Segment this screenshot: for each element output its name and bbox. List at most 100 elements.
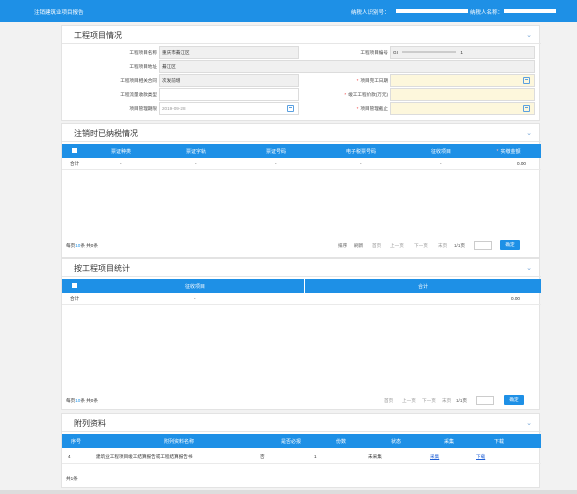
project-no-mask (402, 51, 457, 53)
stats-pager: 每页10条 共0条 首页 上一页 下一页 末页 1/1页 确定 (62, 393, 541, 409)
calendar-icon[interactable] (523, 77, 530, 84)
stats-panel: 按工程项目统计 ⌄ 征收项目 合计 合计 - 0.00 每页10条 共0条 首页… (61, 258, 541, 410)
col-count: 份数 (335, 439, 346, 445)
refresh-button[interactable]: 刷新 (354, 243, 363, 249)
total-amount: 0.00 (511, 296, 520, 301)
project-no-field: GI 1 (390, 46, 535, 59)
total-label: 合计 (70, 296, 80, 301)
row-count: 1 (314, 454, 317, 459)
row-contract: 工程项目相关合同 次发前增 * 项目完工日期 (62, 74, 541, 87)
project-addr-label: 工程项目地址 (129, 64, 157, 69)
page-indicator: 1/1页 (456, 398, 467, 403)
page-jump-input[interactable] (476, 396, 494, 405)
go-button[interactable]: 确定 (500, 240, 520, 250)
taxpayer-name-mask (504, 9, 556, 13)
col-required: 是否必报 (280, 439, 301, 445)
chevron-down-icon[interactable]: ⌄ (526, 264, 532, 272)
last-page-button[interactable]: 末页 (442, 398, 451, 404)
attachments-count: 共1条 (66, 476, 78, 481)
project-addr-field: 綦江区 (159, 60, 535, 73)
cell: - (194, 296, 196, 301)
pager-info: 每页10条 共0条 (66, 398, 98, 403)
billing-type-input[interactable] (159, 88, 299, 101)
page-indicator: 1/1页 (454, 243, 465, 248)
collect-link[interactable]: 采集 (430, 454, 439, 460)
row-status: 未采集 (368, 454, 382, 459)
tax-paid-pager: 每页10条 共0条 排序 刷新 首页 上一页 下一页 末页 1/1页 确定 (62, 238, 541, 254)
cell: - (195, 161, 197, 166)
total-amount: 0.00 (517, 161, 526, 166)
row-project-name: 工程项目名称 重庆市綦江区 工程项目编号 GI 1 (62, 46, 541, 59)
table-row: 合计 - - - - - 0.00 (62, 158, 541, 170)
row-index: 4 (68, 454, 71, 459)
project-info-header[interactable]: 工程项目情况 ⌄ (62, 26, 541, 44)
project-name-field: 重庆市綦江区 (159, 46, 299, 59)
billing-type-label: 工程流量收款类型 (120, 92, 157, 97)
sort-button[interactable]: 排序 (338, 243, 347, 249)
col-ticket-track: 票证字轨 (185, 149, 206, 155)
col-ticket-no: 票证号码 (265, 149, 286, 155)
stats-header[interactable]: 按工程项目统计 ⌄ (62, 259, 541, 277)
project-no-tail: 1 (460, 50, 463, 55)
page-title: 注销建筑业项目报告 (34, 10, 84, 16)
col-ticket-type: 票证种类 (110, 149, 131, 155)
attachments-header[interactable]: 附列资料 ⌄ (62, 414, 541, 432)
tax-paid-title: 注销时已纳税情况 (74, 129, 138, 138)
last-page-button[interactable]: 末页 (438, 243, 447, 249)
calendar-icon[interactable] (287, 105, 294, 112)
start-date-label: 项目管理期限 (129, 106, 157, 111)
chevron-down-icon[interactable]: ⌄ (526, 129, 532, 137)
start-date-input[interactable]: 2019-09-28 (159, 102, 299, 115)
col-index: 序号 (70, 439, 81, 445)
attachments-panel: 附列资料 ⌄ 序号 附列资料名称 是否必报 份数 状态 采集 下载 4 建筑业工… (61, 413, 541, 488)
col-status: 状态 (390, 439, 401, 445)
cell: - (120, 161, 122, 166)
cell: - (275, 161, 277, 166)
stats-title: 按工程项目统计 (74, 264, 130, 273)
row-required: 否 (260, 454, 265, 459)
finish-date-label: * 项目完工日期 (356, 78, 388, 83)
bottom-scrollbar[interactable] (0, 490, 577, 494)
total-amount-input[interactable] (390, 88, 535, 101)
row-project-addr: 工程项目地址 綦江区 (62, 60, 541, 73)
project-info-title: 工程项目情况 (74, 31, 122, 40)
tax-paid-panel: 注销时已纳税情况 ⌄ 票证种类 票证字轨 票证号码 电子税票号码 征收项目 * 实… (61, 123, 541, 258)
tax-paid-table-header: 票证种类 票证字轨 票证号码 电子税票号码 征收项目 * 实缴金额 (62, 144, 541, 158)
taxpayer-name-label: 纳税人名称： (470, 10, 504, 16)
row-start-date: 项目管理期限 2019-09-28 * 项目管理截止 (62, 102, 541, 115)
chevron-down-icon[interactable]: ⌄ (526, 419, 532, 427)
calendar-icon[interactable] (523, 105, 530, 112)
tax-id-label: 纳税人识别号： (351, 10, 390, 16)
select-all-checkbox[interactable] (72, 283, 77, 288)
col-levy-item: 征收项目 (184, 284, 205, 290)
project-name-label: 工程项目名称 (129, 50, 157, 55)
first-page-button[interactable]: 首页 (384, 398, 393, 404)
stop-date-label: * 项目管理截止 (356, 106, 388, 111)
col-download: 下载 (493, 439, 504, 445)
project-no-label: 工程项目编号 (360, 50, 388, 55)
next-page-button[interactable]: 下一页 (414, 243, 428, 249)
project-no-value: GI (393, 50, 398, 55)
contract-label: 工程项目相关合同 (120, 78, 157, 83)
download-link[interactable]: 下载 (476, 454, 485, 460)
table-row: 合计 - 0.00 (62, 293, 541, 305)
col-collect: 采集 (443, 439, 454, 445)
col-name: 附列资料名称 (163, 439, 194, 445)
prev-page-button[interactable]: 上一页 (402, 398, 416, 404)
pager-info: 每页10条 共0条 (66, 243, 98, 248)
attachments-title: 附列资料 (74, 419, 106, 428)
stop-date-input[interactable] (390, 102, 535, 115)
col-levy-item: 征收项目 (430, 149, 451, 155)
chevron-down-icon[interactable]: ⌄ (526, 31, 532, 39)
cell: - (440, 161, 442, 166)
first-page-button[interactable]: 首页 (372, 243, 381, 249)
next-page-button[interactable]: 下一页 (422, 398, 436, 404)
select-all-checkbox[interactable] (72, 148, 77, 153)
total-label: 合计 (70, 161, 80, 166)
prev-page-button[interactable]: 上一页 (390, 243, 404, 249)
go-button[interactable]: 确定 (504, 395, 524, 405)
page-jump-input[interactable] (474, 241, 492, 250)
tax-paid-header[interactable]: 注销时已纳税情况 ⌄ (62, 124, 541, 142)
row-billing: 工程流量收款类型 * 竣工工程价款(万元) (62, 88, 541, 101)
finish-date-input[interactable] (390, 74, 535, 87)
